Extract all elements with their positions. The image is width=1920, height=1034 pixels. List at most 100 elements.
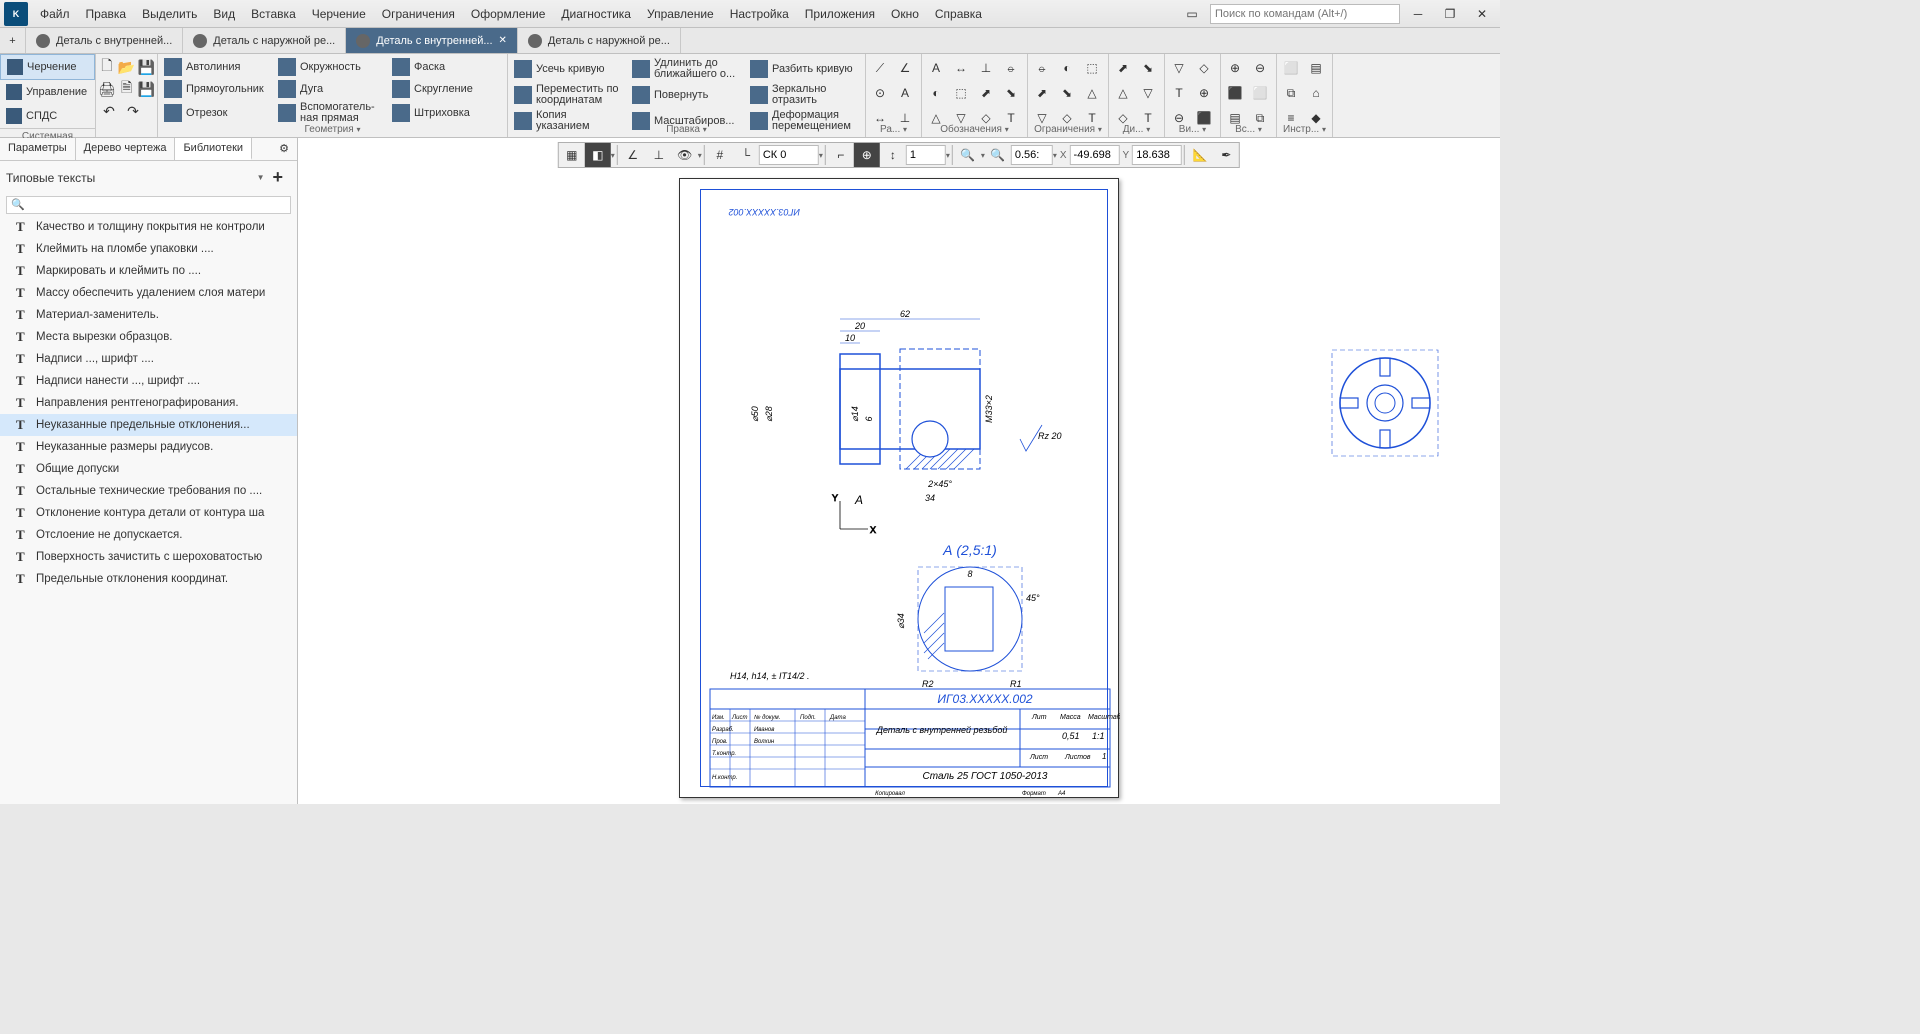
axis-tool-icon[interactable]: └ — [733, 143, 759, 167]
drawing-sheet[interactable]: ИГ03.ХХХХХ.002 62 — [679, 178, 1119, 798]
menu-настройка[interactable]: Настройка — [722, 3, 797, 25]
text-template-item[interactable]: Неуказанные предельные отклонения... — [0, 414, 297, 436]
new-doc-icon[interactable]: 🗋 — [98, 56, 116, 78]
print-icon[interactable]: 🖨 — [98, 78, 116, 100]
floppy-icon[interactable]: 💾 — [137, 78, 155, 100]
new-tab-button[interactable]: + — [0, 28, 26, 53]
toolbar-icon-1-6[interactable]: ⬈ — [974, 81, 998, 105]
grab-tool-icon[interactable]: ▦ — [559, 143, 585, 167]
toolbar-icon-6-2[interactable]: ⧉ — [1279, 81, 1303, 105]
toolbar-icon-2-5[interactable]: △ — [1080, 81, 1104, 105]
side-tab-параметры[interactable]: Параметры — [0, 138, 76, 160]
toolbar-icon-1-4[interactable]: ◐ — [924, 81, 948, 105]
cmd-вспомогатель--ная-прямая[interactable]: Вспомогатель- ная прямая — [274, 100, 386, 126]
toolbar-icon-1-0[interactable]: A — [924, 56, 948, 80]
toolbar-icon-3-3[interactable]: ▽ — [1136, 81, 1160, 105]
cmd-скругление[interactable]: Скругление — [388, 78, 500, 100]
menu-вид[interactable]: Вид — [205, 3, 243, 25]
text-template-item[interactable]: Остальные технические требования по .... — [0, 480, 297, 502]
zoom-in-icon[interactable]: 🔍 — [985, 143, 1011, 167]
cmd-фаска[interactable]: Фаска — [388, 56, 500, 78]
toolbar-icon-2-0[interactable]: ⦵ — [1030, 56, 1054, 80]
eye-tool-icon[interactable]: 👁 — [672, 143, 698, 167]
mode-управление[interactable]: Управление — [0, 80, 95, 104]
side-tab-библиотеки[interactable]: Библиотеки — [175, 138, 252, 160]
cmd-прямоугольник[interactable]: Прямоугольник — [160, 78, 272, 100]
undo-icon[interactable]: ↶ — [98, 100, 120, 122]
toolbar-icon-1-7[interactable]: ⬊ — [999, 81, 1023, 105]
toolbar-icon-2-2[interactable]: ⬚ — [1080, 56, 1104, 80]
zoom-input[interactable] — [1011, 145, 1053, 165]
toolbar-icon-3-1[interactable]: ⬊ — [1136, 56, 1160, 80]
text-template-item[interactable]: Отслоение не допускается. — [0, 524, 297, 546]
maximize-button[interactable]: ❐ — [1436, 4, 1464, 24]
minimize-button[interactable]: ─ — [1404, 4, 1432, 24]
toolbar-icon-5-3[interactable]: ⬜ — [1248, 81, 1272, 105]
scale-tool-icon[interactable]: ↕ — [880, 143, 906, 167]
toolbar-icon-1-2[interactable]: ⊥ — [974, 56, 998, 80]
y-coord-input[interactable] — [1132, 145, 1182, 165]
cmd-удлинить-до-ближайшего-о...[interactable]: Удлинить до ближайшего о... — [628, 56, 744, 82]
toolbar-icon-2-3[interactable]: ⬈ — [1030, 81, 1054, 105]
cmd-отрезок[interactable]: Отрезок — [160, 100, 272, 126]
toolbar-icon-5-1[interactable]: ⊖ — [1248, 56, 1272, 80]
text-template-item[interactable]: Надписи ..., шрифт .... — [0, 348, 297, 370]
coord-system-input[interactable] — [759, 145, 819, 165]
text-template-item[interactable]: Направления рентгенографирования. — [0, 392, 297, 414]
menu-диагностика[interactable]: Диагностика — [553, 3, 639, 25]
eraser-tool-icon[interactable]: ◧ — [585, 143, 611, 167]
toolbar-icon-3-0[interactable]: ⬈ — [1111, 56, 1135, 80]
text-template-item[interactable]: Маркировать и клеймить по .... — [0, 260, 297, 282]
layout-icon[interactable]: ▭ — [1178, 4, 1206, 24]
library-title[interactable]: Типовые тексты — [6, 171, 95, 185]
toolbar-icon-0-0[interactable]: ⟋ — [868, 56, 892, 80]
menu-оформление[interactable]: Оформление — [463, 3, 553, 25]
toolbar-icon-3-2[interactable]: △ — [1111, 81, 1135, 105]
text-template-item[interactable]: Отклонение контура детали от контура ша — [0, 502, 297, 524]
doc-tab-1[interactable]: Деталь с наружной ре... — [183, 28, 346, 53]
x-coord-input[interactable] — [1070, 145, 1120, 165]
toolbar-icon-2-1[interactable]: ◐ — [1055, 56, 1079, 80]
toolbar-icon-0-3[interactable]: A — [893, 81, 917, 105]
toolbar-icon-6-1[interactable]: ▤ — [1304, 56, 1328, 80]
menu-ограничения[interactable]: Ограничения — [374, 3, 463, 25]
toolbar-icon-5-2[interactable]: ⬛ — [1223, 81, 1247, 105]
command-search-input[interactable] — [1210, 4, 1400, 24]
toolbar-icon-2-4[interactable]: ⬊ — [1055, 81, 1079, 105]
toolbar-icon-4-1[interactable]: ◇ — [1192, 56, 1216, 80]
scale-input[interactable] — [906, 145, 946, 165]
toolbar-icon-6-3[interactable]: ⌂ — [1304, 81, 1328, 105]
library-dropdown-icon[interactable]: ▼ — [257, 173, 265, 182]
doc-tab-2[interactable]: Деталь с внутренней...✕ — [346, 28, 518, 53]
text-template-item[interactable]: Клеймить на пломбе упаковки .... — [0, 238, 297, 260]
open-icon[interactable]: 📂 — [118, 56, 136, 78]
library-search-input[interactable] — [6, 196, 291, 214]
eyedropper-tool-icon[interactable]: ✒ — [1213, 143, 1239, 167]
toolbar-icon-1-5[interactable]: ⬚ — [949, 81, 973, 105]
mode-спдс[interactable]: СПДС — [0, 104, 95, 128]
text-template-item[interactable]: Предельные отклонения координат. — [0, 568, 297, 590]
grid-tool-icon[interactable]: # — [707, 143, 733, 167]
preview-icon[interactable]: 🗎 — [118, 78, 136, 100]
library-add-button[interactable]: + — [264, 167, 291, 188]
toolbar-icon-4-2[interactable]: T — [1167, 81, 1191, 105]
toolbar-icon-0-1[interactable]: ∠ — [893, 56, 917, 80]
text-template-item[interactable]: Поверхность зачистить с шероховатостью — [0, 546, 297, 568]
cmd-разбить-кривую[interactable]: Разбить кривую — [746, 56, 862, 82]
cmd-переместить-по-координатам[interactable]: Переместить по координатам — [510, 82, 626, 108]
toolbar-icon-6-0[interactable]: ⬜ — [1279, 56, 1303, 80]
close-button[interactable]: ✕ — [1468, 4, 1496, 24]
menu-вставка[interactable]: Вставка — [243, 3, 304, 25]
menu-окно[interactable]: Окно — [883, 3, 927, 25]
menu-черчение[interactable]: Черчение — [304, 3, 374, 25]
doc-tab-0[interactable]: Деталь с внутренней... — [26, 28, 183, 53]
menu-справка[interactable]: Справка — [927, 3, 990, 25]
doc-tab-3[interactable]: Деталь с наружной ре... — [518, 28, 681, 53]
toolbar-icon-5-0[interactable]: ⊕ — [1223, 56, 1247, 80]
gear-icon[interactable]: ⚙ — [271, 138, 297, 160]
text-template-item[interactable]: Общие допуски — [0, 458, 297, 480]
ortho-tool-icon[interactable]: ⌐ — [828, 143, 854, 167]
redo-icon[interactable]: ↷ — [122, 100, 144, 122]
cmd-окружность[interactable]: Окружность — [274, 56, 386, 78]
text-template-item[interactable]: Массу обеспечить удалением слоя матери — [0, 282, 297, 304]
